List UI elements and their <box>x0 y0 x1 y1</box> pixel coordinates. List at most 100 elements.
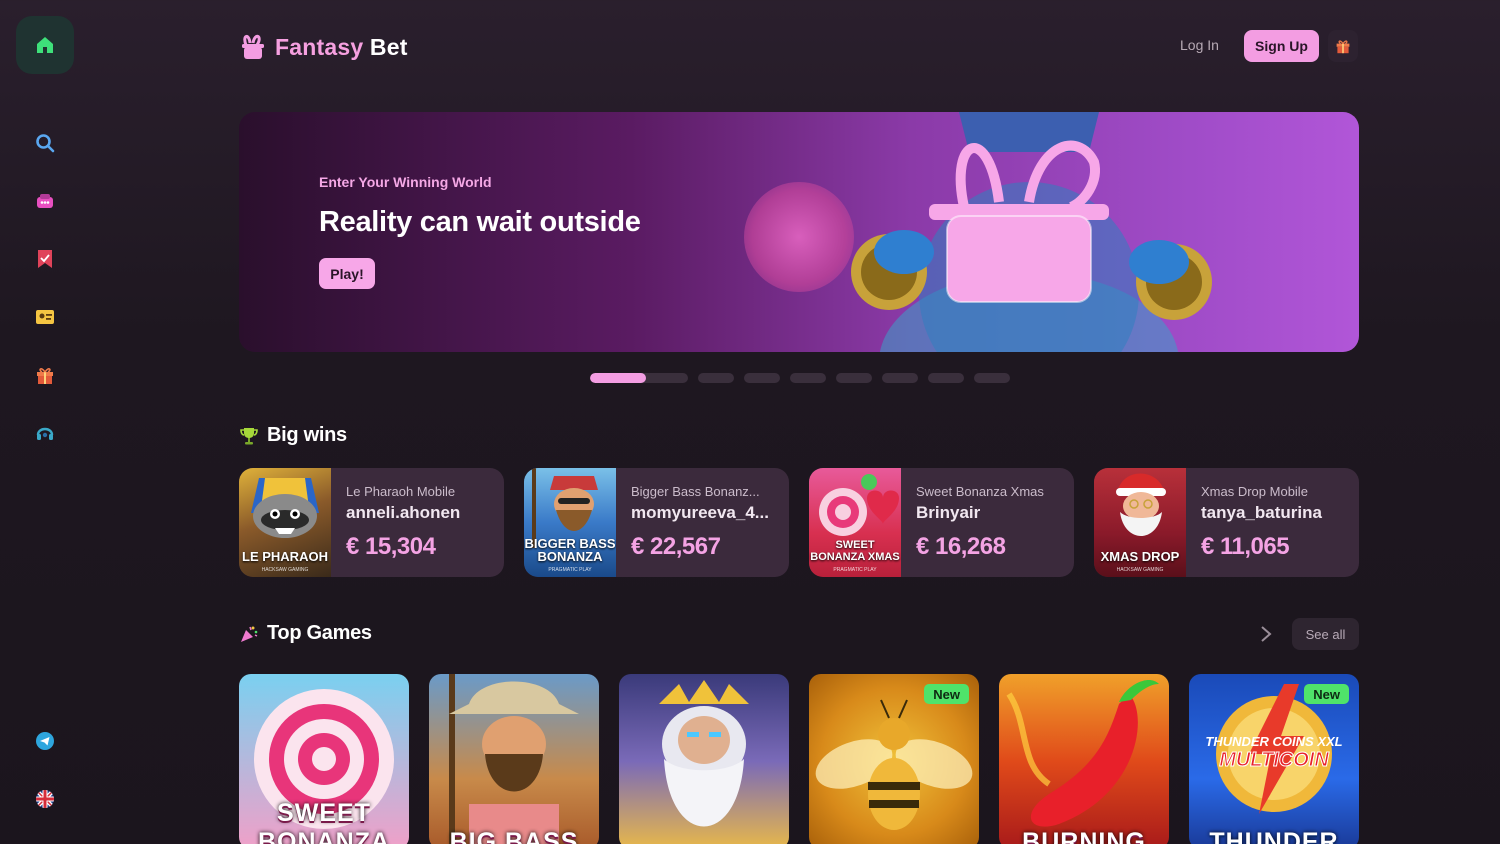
bookmark-icon <box>38 250 52 268</box>
support-headset-icon <box>36 427 54 440</box>
game-tile[interactable]: BIG BASS <box>429 674 599 844</box>
win-info: Sweet Bonanza Xmas Brinyair € 16,268 <box>901 468 1074 577</box>
thumb-title: LE PHARAOH <box>242 549 328 564</box>
zeus-art <box>659 680 749 827</box>
hero-title: Reality can wait outside <box>319 206 641 238</box>
top-games-header: Top Games <box>239 622 372 645</box>
game-thumbnail: SWEET BONANZA XMAS PRAGMATIC PLAY <box>809 468 901 577</box>
win-game-name: Sweet Bonanza Xmas <box>916 484 1044 499</box>
game-tile[interactable]: SWEET BONANZA <box>239 674 409 844</box>
carousel-dots <box>590 373 1010 383</box>
carousel-dot[interactable] <box>882 373 918 383</box>
telegram-icon <box>36 732 54 750</box>
carousel-dot-active[interactable] <box>590 373 688 383</box>
game-tile[interactable]: BURNING <box>999 674 1169 844</box>
bunny-basket-icon <box>242 34 264 59</box>
win-card[interactable]: BIGGER BASS BONANZA PRAGMATIC PLAY Bigge… <box>524 468 789 577</box>
game-tile[interactable]: New <box>809 674 979 844</box>
thumb-title: XMAS DROP <box>1100 549 1180 564</box>
big-wins-header: Big wins <box>239 424 347 447</box>
chevron-right-icon <box>1261 626 1272 642</box>
home-icon <box>37 37 53 53</box>
win-game-name: Xmas Drop Mobile <box>1201 484 1308 499</box>
sidebar <box>0 0 90 844</box>
thunder-logo-line2: MULTICOIN <box>1219 749 1329 771</box>
raccoon-pharaoh-art <box>251 478 319 538</box>
bookmark-button[interactable] <box>33 247 57 271</box>
party-popper-icon <box>241 626 258 642</box>
win-amount: € 22,567 <box>631 533 721 560</box>
win-username: momyureeva_4... <box>631 503 769 522</box>
game-title: BIG BASS <box>449 828 579 844</box>
big-wins-list: LE PHARAOH HACKSAW GAMING Le Pharaoh Mob… <box>239 468 1359 577</box>
win-game-name: Le Pharaoh Mobile <box>346 484 456 499</box>
game-thumbnail: LE PHARAOH HACKSAW GAMING <box>239 468 331 577</box>
flag-uk-icon <box>36 790 54 808</box>
login-link[interactable]: Log In <box>1180 37 1219 53</box>
win-info: Le Pharaoh Mobile anneli.ahonen € 15,304 <box>331 468 504 577</box>
game-thumbnail: BIGGER BASS BONANZA PRAGMATIC PLAY <box>524 468 616 577</box>
win-game-name: Bigger Bass Bonanz... <box>631 484 760 499</box>
carousel-dot[interactable] <box>744 373 780 383</box>
game-title: SWEET BONANZA <box>258 799 390 844</box>
thunder-logo-line1: THUNDER COINS XXL <box>1205 734 1342 749</box>
top-games-list: SWEET BONANZA BIG BASS New BURNING THUND… <box>239 674 1359 844</box>
trophy-icon <box>240 427 258 444</box>
win-username: Brinyair <box>916 503 981 522</box>
win-card[interactable]: XMAS DROP HACKSAW GAMING Xmas Drop Mobil… <box>1094 468 1359 577</box>
thumb-provider: PRAGMATIC PLAY <box>548 567 592 573</box>
gift-icon <box>1336 40 1350 54</box>
carousel-dot[interactable] <box>974 373 1010 383</box>
santa-art <box>1116 473 1166 536</box>
game-tile[interactable]: THUNDER COINS XXL MULTICOIN New THUNDER <box>1189 674 1359 844</box>
next-arrow-button[interactable] <box>1256 624 1276 644</box>
gift-icon <box>37 368 53 384</box>
new-badge: New <box>1304 684 1349 704</box>
hero-glow <box>744 182 854 292</box>
profile-card-icon <box>36 310 54 324</box>
carousel-dot[interactable] <box>698 373 734 383</box>
support-button[interactable] <box>33 421 57 445</box>
hero-subtitle: Enter Your Winning World <box>319 174 492 190</box>
brand-name: Fantasy Bet <box>275 33 408 60</box>
game-tile[interactable] <box>619 674 789 844</box>
thumb-provider: HACKSAW GAMING <box>1116 567 1164 573</box>
search-icon <box>36 134 55 153</box>
carousel-dot[interactable] <box>928 373 964 383</box>
carousel-dot[interactable] <box>836 373 872 383</box>
game-title: BURNING <box>1022 828 1146 844</box>
brand-logo[interactable]: Fantasy Bet <box>239 30 408 64</box>
game-thumbnail: XMAS DROP HACKSAW GAMING <box>1094 468 1186 577</box>
language-button[interactable] <box>33 787 57 811</box>
casino-chips-icon <box>37 194 53 208</box>
casino-button[interactable] <box>33 189 57 213</box>
hero-play-button[interactable]: Play! <box>319 258 375 289</box>
gift-button[interactable] <box>1328 30 1358 62</box>
thumb-title: BIGGER BASS BONANZA <box>524 536 616 564</box>
thumb-title: SWEET BONANZA XMAS <box>810 539 900 563</box>
home-button[interactable] <box>16 16 74 74</box>
profile-button[interactable] <box>33 305 57 329</box>
signup-button[interactable]: Sign Up <box>1244 30 1319 62</box>
fisherman-art <box>449 674 579 844</box>
win-username: tanya_baturina <box>1201 503 1322 522</box>
thumb-provider: HACKSAW GAMING <box>261 567 309 573</box>
win-username: anneli.ahonen <box>346 503 461 522</box>
see-all-button[interactable]: See all <box>1292 618 1359 650</box>
win-info: Xmas Drop Mobile tanya_baturina € 11,065 <box>1186 468 1359 577</box>
new-badge: New <box>924 684 969 704</box>
win-card[interactable]: SWEET BONANZA XMAS PRAGMATIC PLAY Sweet … <box>809 468 1074 577</box>
search-button[interactable] <box>33 131 57 155</box>
hero-banner[interactable]: Enter Your Winning World Reality can wai… <box>239 112 1359 352</box>
thumb-provider: PRAGMATIC PLAY <box>833 567 877 573</box>
game-title: THUNDER <box>1209 828 1339 844</box>
win-info: Bigger Bass Bonanz... momyureeva_4... € … <box>616 468 789 577</box>
promotions-button[interactable] <box>33 363 57 387</box>
carousel-dot[interactable] <box>790 373 826 383</box>
big-wins-title: Big wins <box>267 424 347 446</box>
telegram-button[interactable] <box>33 729 57 753</box>
win-amount: € 16,268 <box>916 533 1006 560</box>
win-card[interactable]: LE PHARAOH HACKSAW GAMING Le Pharaoh Mob… <box>239 468 504 577</box>
candy-heart-art <box>819 474 899 536</box>
hero-genie-illustration <box>851 112 1212 352</box>
